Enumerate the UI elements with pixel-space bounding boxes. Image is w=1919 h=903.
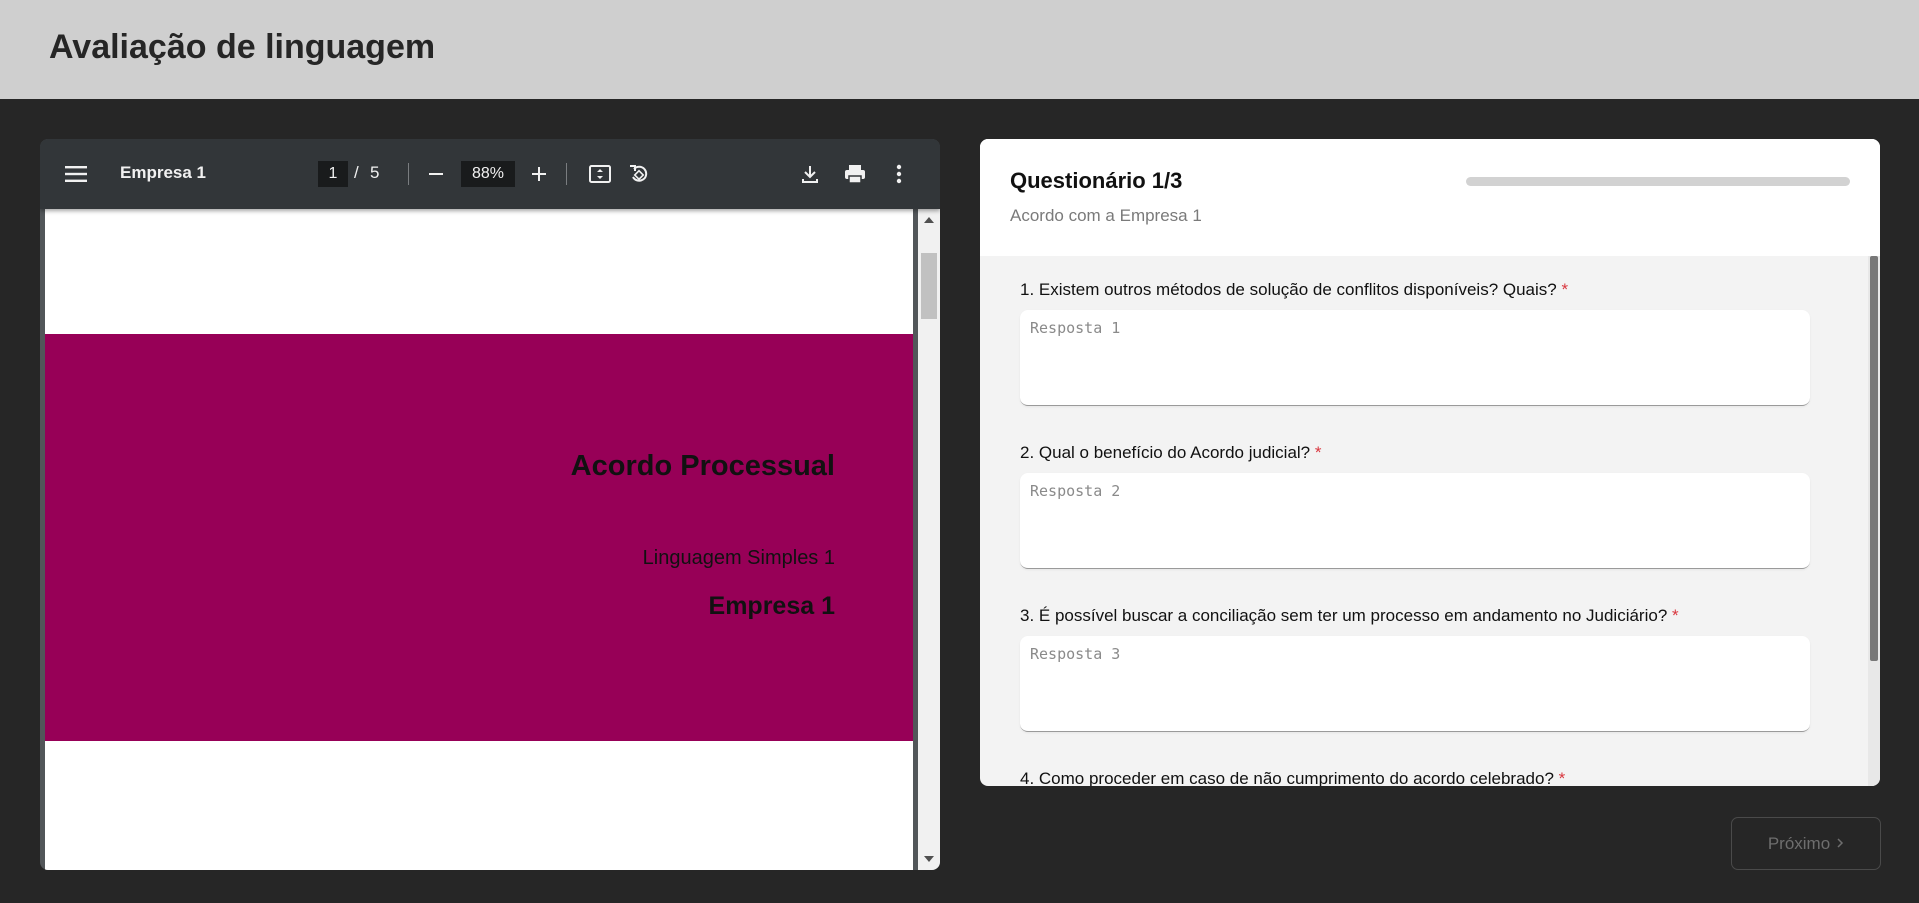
chevron-right-icon: [1836, 834, 1844, 854]
question-label: 1. Existem outros métodos de solução de …: [1020, 280, 1569, 299]
scroll-up-arrow-icon[interactable]: [924, 217, 934, 223]
next-button[interactable]: Próximo: [1731, 817, 1881, 870]
next-button-label: Próximo: [1767, 833, 1831, 853]
progress-bar: [1466, 177, 1850, 186]
cover-subtitle: Linguagem Simples 1: [642, 547, 835, 569]
questionnaire-subtitle: Acordo com a Empresa 1: [1010, 206, 1202, 225]
page-title: Avaliação de linguagem: [49, 28, 436, 66]
zoom-input[interactable]: 88%: [461, 161, 515, 187]
pdf-viewer[interactable]: Empresa 1 1 / 5 88% Acordo Processual Li…: [40, 139, 940, 870]
pdf-scrollbar[interactable]: [918, 209, 940, 870]
answer-field-1[interactable]: [1020, 310, 1810, 406]
page-total: 5: [370, 163, 380, 182]
question-item: 4. Como proceder em caso de não cumprime…: [1020, 769, 1810, 786]
more-vertical-icon[interactable]: [887, 160, 911, 188]
pdf-toolbar: Empresa 1 1 / 5 88%: [40, 139, 940, 209]
question-item: 3. É possível buscar a conciliação sem t…: [1020, 606, 1810, 732]
minus-icon[interactable]: [423, 161, 449, 187]
question-label: 3. É possível buscar a conciliação sem t…: [1020, 606, 1679, 625]
questions-scrollbar[interactable]: [1868, 256, 1880, 786]
pdf-document-title: Empresa 1: [120, 163, 206, 182]
print-icon[interactable]: [841, 160, 869, 188]
scrollbar-thumb[interactable]: [1870, 256, 1878, 661]
required-marker: *: [1672, 606, 1679, 625]
download-icon[interactable]: [796, 160, 824, 188]
toolbar-divider: [408, 163, 409, 185]
question-item: 1. Existem outros métodos de solução de …: [1020, 280, 1810, 406]
menu-icon[interactable]: [64, 161, 88, 187]
questionnaire-header: Questionário 1/3 Acordo com a Empresa 1: [980, 139, 1880, 256]
question-label: 4. Como proceder em caso de não cumprime…: [1020, 769, 1566, 786]
answer-field-2[interactable]: [1020, 473, 1810, 569]
answer-field-3[interactable]: [1020, 636, 1810, 732]
page-separator: /: [354, 163, 359, 182]
scroll-down-arrow-icon[interactable]: [924, 856, 934, 862]
question-label: 2. Qual o benefício do Acordo judicial? …: [1020, 443, 1322, 462]
required-marker: *: [1561, 280, 1569, 299]
page-number-input[interactable]: 1: [318, 161, 348, 187]
app-header: Avaliação de linguagem: [0, 0, 1919, 99]
cover-title: Acordo Processual: [570, 450, 835, 482]
required-marker: *: [1558, 769, 1566, 786]
cover-band: Acordo Processual Linguagem Simples 1 Em…: [45, 334, 913, 741]
plus-icon[interactable]: [526, 161, 552, 187]
scrollbar-thumb[interactable]: [921, 253, 937, 319]
questions-list[interactable]: 1. Existem outros métodos de solução de …: [980, 256, 1868, 786]
pdf-page: Acordo Processual Linguagem Simples 1 Em…: [45, 209, 913, 870]
toolbar-divider: [566, 163, 567, 185]
questionnaire-title: Questionário 1/3: [1010, 168, 1183, 193]
questionnaire-panel: Questionário 1/3 Acordo com a Empresa 1 …: [980, 139, 1880, 786]
rotate-icon[interactable]: [625, 160, 653, 188]
question-item: 2. Qual o benefício do Acordo judicial? …: [1020, 443, 1810, 569]
fit-page-icon[interactable]: [586, 160, 614, 188]
required-marker: *: [1314, 443, 1322, 462]
cover-company: Empresa 1: [708, 592, 835, 620]
